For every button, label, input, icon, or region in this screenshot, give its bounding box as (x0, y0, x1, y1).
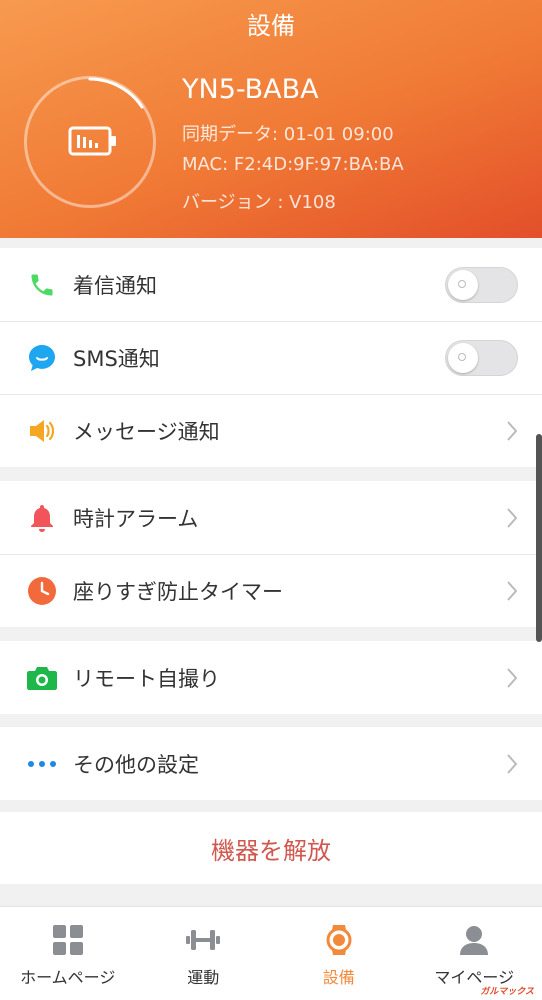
watch-icon (326, 925, 352, 955)
message-notification-row[interactable]: メッセージ通知 (0, 394, 542, 467)
tab-label: 設備 (322, 968, 355, 987)
person-icon (460, 926, 489, 955)
tab-label: ホームページ (20, 968, 116, 987)
speaker-icon (26, 415, 58, 447)
incoming-call-notification-row[interactable]: 着信通知 (0, 248, 542, 321)
clock-icon (26, 575, 58, 607)
tab-device[interactable]: 設備 (271, 907, 407, 1000)
remote-selfie-label: リモート自撮り (73, 666, 220, 691)
bell-icon (26, 502, 58, 534)
incoming-call-toggle[interactable] (445, 266, 518, 303)
remote-selfie-row[interactable]: リモート自撮り (0, 641, 542, 714)
sms-notification-row[interactable]: SMS通知 (0, 321, 542, 394)
clock-alarm-label: 時計アラーム (73, 506, 199, 531)
clock-alarm-row[interactable]: 時計アラーム (0, 481, 542, 554)
phone-icon (26, 269, 58, 301)
sms-label: SMS通知 (73, 347, 160, 371)
sms-toggle[interactable] (445, 340, 518, 376)
mac-address: MAC: F2:4D:9F:97:BA:BA (182, 154, 404, 175)
bottom-tab-bar: ホームページ 運動 設備 マイページ (0, 906, 542, 1000)
alarm-settings-group: 時計アラーム 座りすぎ防止タイマー (0, 481, 542, 627)
other-settings-label: その他の設定 (73, 752, 199, 777)
other-settings-group: その他の設定 (0, 727, 542, 800)
scrollbar-thumb[interactable] (536, 434, 542, 642)
battery-ring (24, 76, 156, 208)
incoming-call-label: 着信通知 (73, 273, 157, 298)
grid-icon (52, 925, 83, 955)
remote-camera-group: リモート自撮り (0, 641, 542, 714)
tab-exercise[interactable]: 運動 (136, 907, 272, 1000)
more-dots-icon (26, 748, 58, 780)
camera-icon (26, 662, 58, 694)
page-title: 設備 (247, 12, 295, 40)
chevron-right-icon (507, 421, 518, 441)
chevron-right-icon (507, 507, 518, 528)
message-notification-label: メッセージ通知 (73, 420, 220, 444)
sync-time: 同期データ: 01-01 09:00 (182, 124, 394, 145)
release-device-label: 機器を解放 (211, 836, 331, 865)
sedentary-timer-row[interactable]: 座りすぎ防止タイマー (0, 554, 542, 627)
notification-settings-group: 着信通知 SMS通知 メッセージ通知 (0, 248, 542, 467)
sedentary-timer-label: 座りすぎ防止タイマー (73, 580, 283, 604)
sms-bubble-icon (26, 342, 58, 374)
toggle-knob (448, 343, 478, 373)
chevron-right-icon (507, 667, 518, 688)
chevron-right-icon (507, 753, 518, 774)
dumbbell-icon (186, 930, 221, 950)
device-header: 設備 YN5-BABA 同期データ: 01-01 09:00 MAC: F2:4… (0, 0, 542, 238)
toggle-knob (448, 269, 478, 300)
tab-home[interactable]: ホームページ (0, 907, 136, 1000)
chevron-right-icon (507, 581, 518, 601)
firmware-version: バージョン : V108 (182, 192, 336, 213)
battery-icon (68, 126, 116, 156)
other-settings-row[interactable]: その他の設定 (0, 727, 542, 800)
release-device-button[interactable]: 機器を解放 (0, 812, 542, 884)
device-name: YN5-BABA (182, 74, 319, 105)
tab-label: 運動 (187, 968, 220, 987)
site-watermark: ガルマックス (480, 987, 534, 997)
